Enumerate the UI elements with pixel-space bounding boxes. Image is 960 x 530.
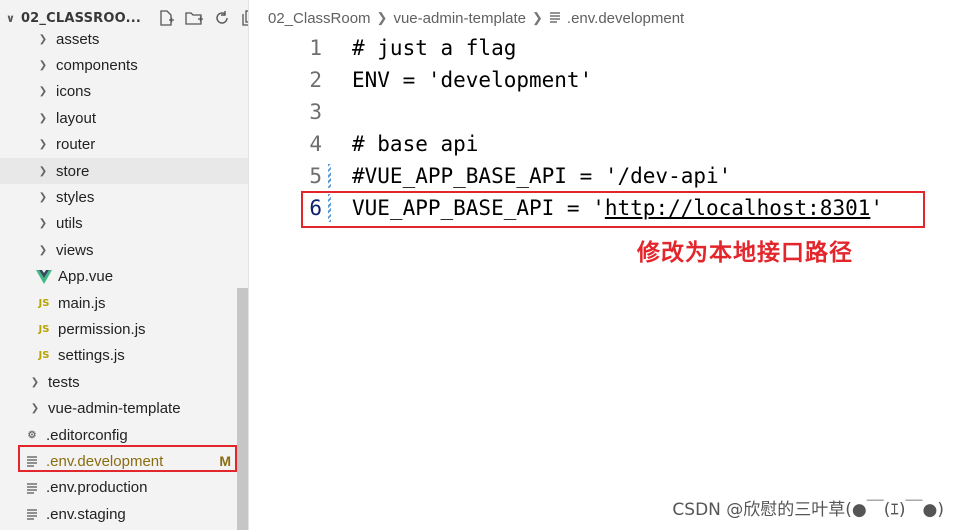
- code-line[interactable]: 2 ENV = 'development': [250, 64, 960, 96]
- chevron-right-icon[interactable]: ❯: [36, 245, 50, 256]
- chevron-right-icon[interactable]: ❯: [36, 218, 50, 229]
- chevron-down-icon[interactable]: ∨: [6, 12, 15, 25]
- chevron-right-icon[interactable]: ❯: [36, 192, 50, 203]
- code-text: # base api: [352, 132, 479, 156]
- chevron-right-icon[interactable]: ❯: [36, 166, 50, 177]
- tree-item-label: vue-admin-template: [48, 400, 181, 418]
- tree-item-label: icons: [56, 83, 92, 101]
- chevron-right-icon[interactable]: ❯: [36, 34, 50, 45]
- tree-folder-item[interactable]: ❯ router: [0, 132, 248, 158]
- tree-item-label: permission.js: [58, 320, 146, 338]
- breadcrumb-item-root[interactable]: 02_ClassRoom: [268, 10, 371, 27]
- chevron-right-icon[interactable]: ❯: [28, 377, 42, 388]
- code-text: #VUE_APP_BASE_API = '/dev-api': [352, 164, 732, 188]
- breadcrumb-item-folder[interactable]: vue-admin-template: [393, 10, 526, 27]
- line-number: 2: [309, 68, 322, 92]
- js-file-icon: JS: [38, 297, 50, 309]
- tree-file-item[interactable]: App.vue: [0, 264, 248, 290]
- chevron-right-icon[interactable]: ❯: [36, 60, 50, 71]
- editor-pane: 02_ClassRoom ❯ vue-admin-template ❯ .env…: [250, 0, 960, 530]
- chevron-right-icon[interactable]: ❯: [28, 403, 42, 414]
- tree-folder-item[interactable]: ❯ utils: [0, 211, 248, 237]
- tree-item-label: main.js: [58, 294, 106, 312]
- tree-item-label: layout: [56, 109, 97, 127]
- tree-folder-item[interactable]: ❯ vue-admin-template: [0, 396, 248, 422]
- chevron-right-icon: ❯: [532, 10, 543, 25]
- tree-item-label: components: [56, 56, 138, 74]
- tree-item-label: router: [56, 136, 96, 154]
- gear-icon: ⚙: [27, 429, 37, 441]
- tree-item-label: store: [56, 162, 90, 180]
- line-number: 1: [309, 36, 322, 60]
- tree-folder-item[interactable]: ❯ layout: [0, 105, 248, 131]
- tree-item-label: .env.production: [46, 479, 148, 497]
- tree-item-label: .editorconfig: [46, 426, 128, 444]
- tree-item-label: views: [56, 241, 94, 259]
- tree-folder-item[interactable]: ❯ assets: [0, 26, 248, 52]
- workspace-root-label[interactable]: 02_CLASSROO...: [21, 11, 145, 26]
- watermark: CSDN @欣慰的三叶草(●￣(ｴ)￣●): [672, 500, 944, 520]
- code-line[interactable]: 5 #VUE_APP_BASE_API = '/dev-api': [250, 160, 960, 192]
- tree-folder-item[interactable]: ❯ tests: [0, 369, 248, 395]
- line-number: 4: [309, 132, 322, 156]
- chevron-right-icon: ❯: [376, 10, 388, 25]
- code-line[interactable]: 1 # just a flag: [250, 32, 960, 64]
- code-line[interactable]: 3: [250, 96, 960, 128]
- tree-item-label: styles: [56, 188, 95, 206]
- line-number: 5: [309, 164, 322, 188]
- tree-item-label: utils: [56, 215, 83, 233]
- tree-file-item[interactable]: .env.staging: [0, 501, 248, 527]
- breadcrumb-item-file[interactable]: .env.development: [567, 10, 684, 27]
- chevron-right-icon[interactable]: ❯: [36, 113, 50, 124]
- js-file-icon: JS: [38, 350, 50, 362]
- tree-item-label: .env.staging: [46, 505, 126, 523]
- tree-folder-item[interactable]: ❯ components: [0, 52, 248, 78]
- file-lines-icon: [24, 506, 40, 522]
- tree-folder-item[interactable]: ❯ views: [0, 237, 248, 263]
- code-line[interactable]: 4 # base api: [250, 128, 960, 160]
- tree-file-item[interactable]: JS settings.js: [0, 343, 248, 369]
- vue-file-icon: [36, 269, 52, 285]
- annotation-text: 修改为本地接口路径: [637, 240, 853, 266]
- tree-item-label: tests: [48, 373, 80, 391]
- tree-folder-item[interactable]: ❯ styles: [0, 184, 248, 210]
- tree-file-item[interactable]: .env.production: [0, 475, 248, 501]
- explorer-sidebar: ∨ 02_CLASSROO... ❯ assets ❯ components ❯ icon…: [0, 0, 249, 530]
- breadcrumb: 02_ClassRoom ❯ vue-admin-template ❯ .env…: [250, 0, 960, 36]
- file-lines-icon: [549, 10, 561, 27]
- js-file-icon: JS: [38, 323, 50, 335]
- tree-item-label: settings.js: [58, 347, 125, 365]
- selected-file-highlight: [18, 445, 237, 472]
- tree-file-item[interactable]: JS permission.js: [0, 316, 248, 342]
- chevron-right-icon[interactable]: ❯: [36, 139, 50, 150]
- tree-item-label: App.vue: [58, 268, 114, 286]
- tree-item-label: assets: [56, 30, 100, 48]
- modified-gutter-marker[interactable]: [328, 164, 331, 188]
- code-highlight-box: [301, 191, 925, 228]
- tree-folder-item[interactable]: ❯ store: [0, 158, 248, 184]
- code-text: # just a flag: [352, 36, 517, 60]
- code-text: ENV = 'development': [352, 68, 593, 92]
- chevron-right-icon[interactable]: ❯: [36, 86, 50, 97]
- tree-folder-item[interactable]: ❯ icons: [0, 79, 248, 105]
- sidebar-scrollbar[interactable]: [237, 288, 248, 530]
- file-lines-icon: [24, 480, 40, 496]
- tree-file-item[interactable]: JS main.js: [0, 290, 248, 316]
- line-number: 3: [309, 100, 322, 124]
